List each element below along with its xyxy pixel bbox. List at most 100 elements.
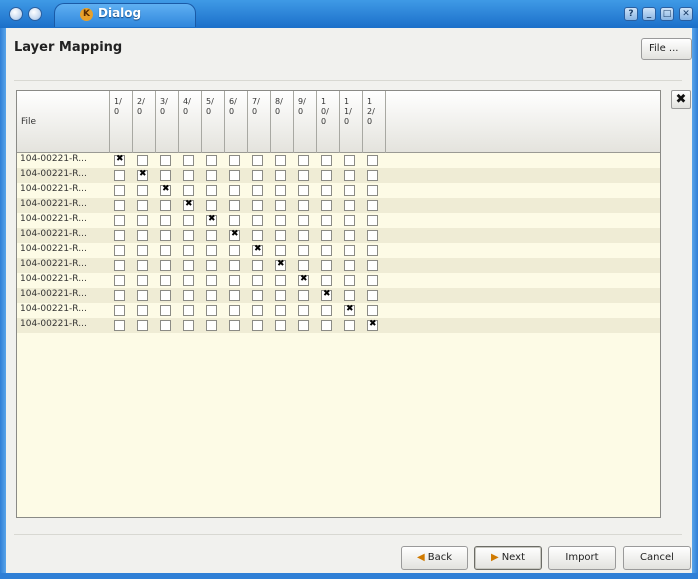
table-row[interactable]: 104-00221-R...: [17, 183, 660, 198]
layer-checkbox[interactable]: [137, 169, 148, 181]
table-row[interactable]: 104-00221-R...: [17, 273, 660, 288]
layer-checkbox[interactable]: [183, 320, 194, 331]
layer-checkbox[interactable]: [367, 290, 378, 301]
layer-checkbox[interactable]: [275, 155, 286, 166]
layer-checkbox[interactable]: [275, 200, 286, 211]
layer-checkbox[interactable]: [275, 185, 286, 196]
layer-checkbox[interactable]: [114, 215, 125, 226]
layer-checkbox[interactable]: [298, 274, 309, 286]
layer-checkbox[interactable]: [183, 185, 194, 196]
header-file[interactable]: File: [17, 91, 110, 153]
table-row[interactable]: 104-00221-R...: [17, 198, 660, 213]
layer-checkbox[interactable]: [252, 260, 263, 271]
layer-checkbox[interactable]: [275, 245, 286, 256]
layer-checkbox[interactable]: [367, 200, 378, 211]
layer-checkbox[interactable]: [160, 215, 171, 226]
layer-checkbox[interactable]: [367, 215, 378, 226]
import-button[interactable]: Import: [548, 546, 616, 570]
layer-checkbox[interactable]: [229, 155, 240, 166]
layer-checkbox[interactable]: [137, 245, 148, 256]
layer-checkbox[interactable]: [275, 275, 286, 286]
layer-checkbox[interactable]: [344, 290, 355, 301]
layer-checkbox[interactable]: [321, 230, 332, 241]
layer-checkbox[interactable]: [206, 305, 217, 316]
layer-checkbox[interactable]: [114, 170, 125, 181]
layer-checkbox[interactable]: [114, 200, 125, 211]
layer-checkbox[interactable]: [160, 305, 171, 316]
layer-checkbox[interactable]: [344, 304, 355, 316]
back-button[interactable]: ◀ Back: [401, 546, 468, 570]
layer-checkbox[interactable]: [298, 320, 309, 331]
table-row[interactable]: 104-00221-R...: [17, 243, 660, 258]
layer-checkbox[interactable]: [206, 260, 217, 271]
close-window-button[interactable]: ✕: [679, 7, 693, 21]
table-row[interactable]: 104-00221-R...: [17, 228, 660, 243]
layer-checkbox[interactable]: [321, 275, 332, 286]
layer-checkbox[interactable]: [160, 184, 171, 196]
layer-checkbox[interactable]: [275, 170, 286, 181]
minimize-button[interactable]: _: [642, 7, 656, 21]
layer-checkbox[interactable]: [298, 170, 309, 181]
layer-checkbox[interactable]: [114, 260, 125, 271]
layer-checkbox[interactable]: [367, 275, 378, 286]
table-row[interactable]: 104-00221-R...: [17, 288, 660, 303]
layer-checkbox[interactable]: [114, 154, 125, 166]
layer-checkbox[interactable]: [160, 230, 171, 241]
layer-checkbox[interactable]: [137, 215, 148, 226]
layer-checkbox[interactable]: [367, 170, 378, 181]
layer-checkbox[interactable]: [206, 170, 217, 181]
layer-checkbox[interactable]: [137, 200, 148, 211]
layer-checkbox[interactable]: [206, 230, 217, 241]
layer-checkbox[interactable]: [252, 185, 263, 196]
layer-checkbox[interactable]: [114, 185, 125, 196]
layer-checkbox[interactable]: [298, 230, 309, 241]
layer-checkbox[interactable]: [321, 245, 332, 256]
header-layer-3[interactable]: 3/0: [156, 91, 179, 153]
layer-checkbox[interactable]: [183, 305, 194, 316]
layer-checkbox[interactable]: [183, 260, 194, 271]
layer-checkbox[interactable]: [206, 320, 217, 331]
layer-checkbox[interactable]: [160, 245, 171, 256]
layer-checkbox[interactable]: [137, 320, 148, 331]
layer-checkbox[interactable]: [160, 155, 171, 166]
layer-checkbox[interactable]: [160, 170, 171, 181]
layer-checkbox[interactable]: [321, 185, 332, 196]
header-layer-1[interactable]: 1/0: [110, 91, 133, 153]
layer-checkbox[interactable]: [114, 245, 125, 256]
layer-checkbox[interactable]: [229, 200, 240, 211]
layer-checkbox[interactable]: [344, 200, 355, 211]
layer-checkbox[interactable]: [298, 305, 309, 316]
layer-checkbox[interactable]: [137, 275, 148, 286]
layer-checkbox[interactable]: [367, 319, 378, 331]
layer-checkbox[interactable]: [206, 245, 217, 256]
layer-checkbox[interactable]: [344, 320, 355, 331]
layer-checkbox[interactable]: [114, 305, 125, 316]
layer-checkbox[interactable]: [321, 215, 332, 226]
layer-checkbox[interactable]: [183, 155, 194, 166]
layer-checkbox[interactable]: [275, 305, 286, 316]
table-row[interactable]: 104-00221-R...: [17, 303, 660, 318]
layer-checkbox[interactable]: [160, 290, 171, 301]
layer-checkbox[interactable]: [229, 170, 240, 181]
layer-checkbox[interactable]: [275, 320, 286, 331]
help-button[interactable]: ?: [624, 7, 638, 21]
layer-checkbox[interactable]: [344, 230, 355, 241]
layer-checkbox[interactable]: [229, 260, 240, 271]
layer-checkbox[interactable]: [114, 290, 125, 301]
table-row[interactable]: 104-00221-R...: [17, 168, 660, 183]
window-menu-icon[interactable]: [9, 7, 23, 21]
header-layer-9[interactable]: 9/0: [294, 91, 317, 153]
remove-mapping-button[interactable]: ✖: [671, 90, 691, 109]
header-layer-4[interactable]: 4/0: [179, 91, 202, 153]
layer-checkbox[interactable]: [183, 290, 194, 301]
header-layer-7[interactable]: 7/0: [248, 91, 271, 153]
layer-checkbox[interactable]: [321, 260, 332, 271]
layer-checkbox[interactable]: [229, 215, 240, 226]
layer-checkbox[interactable]: [160, 260, 171, 271]
layer-checkbox[interactable]: [252, 275, 263, 286]
layer-checkbox[interactable]: [298, 200, 309, 211]
layer-checkbox[interactable]: [298, 185, 309, 196]
layer-checkbox[interactable]: [229, 320, 240, 331]
layer-checkbox[interactable]: [321, 170, 332, 181]
maximize-button[interactable]: □: [660, 7, 674, 21]
